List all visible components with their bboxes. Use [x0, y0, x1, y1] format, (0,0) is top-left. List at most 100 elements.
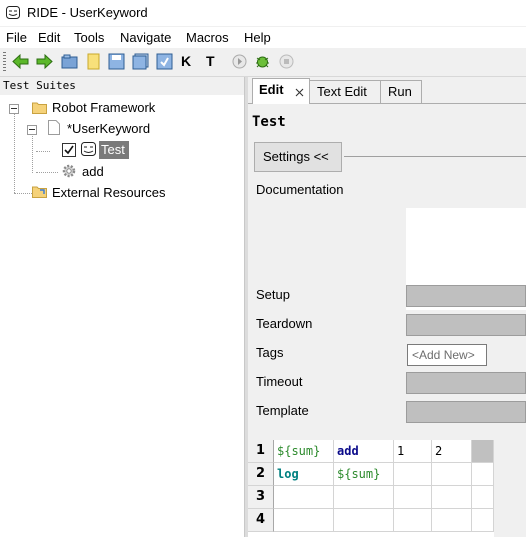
test-editor: Test Settings << Documentation Setup Tea…: [248, 104, 526, 444]
save-icon[interactable]: [108, 53, 125, 70]
tab-text-edit-label: Text Edit: [317, 84, 367, 99]
ride-app-icon: [6, 6, 20, 19]
teardown-label: Teardown: [256, 316, 313, 331]
tree-connector: [36, 151, 50, 152]
cell-value: add: [337, 444, 359, 458]
menu-navigate[interactable]: Navigate: [120, 30, 171, 45]
menu-edit[interactable]: Edit: [38, 30, 60, 45]
tree-connector: [14, 113, 15, 193]
add-tag-label: <Add New>: [412, 348, 475, 362]
grid-cell[interactable]: [274, 486, 334, 509]
tags-label: Tags: [256, 345, 284, 360]
grid-cell[interactable]: [394, 509, 432, 532]
grid-cell[interactable]: [274, 509, 334, 532]
tree-node-robot-framework[interactable]: Robot Framework: [52, 100, 155, 115]
collapse-robot-framework[interactable]: [9, 104, 19, 114]
test-suites-tree[interactable]: Test Suites Robot Framework *UserKeyword…: [0, 77, 244, 537]
new-file-icon[interactable]: [85, 53, 102, 70]
stop-icon[interactable]: [278, 53, 295, 70]
row-number: 1: [255, 443, 266, 458]
search-tests-icon[interactable]: T: [206, 53, 223, 70]
row-number: 4: [255, 512, 266, 527]
tree-node-userkeyword[interactable]: *UserKeyword: [67, 121, 150, 136]
tree-node-test-selected[interactable]: Test: [99, 141, 129, 159]
grid-cell[interactable]: [334, 509, 394, 532]
grid-cell[interactable]: add: [334, 440, 394, 463]
tab-run-label: Run: [388, 84, 412, 99]
title-bar: RIDE - UserKeyword: [0, 0, 526, 26]
grid-cell[interactable]: [394, 463, 432, 486]
tree-connector: [14, 193, 32, 194]
grid-cell[interactable]: 2: [432, 440, 472, 463]
tree-node-test: Test: [101, 142, 125, 157]
toolbar-grip[interactable]: [3, 52, 6, 72]
timeout-label: Timeout: [256, 374, 303, 389]
cell-value: ${sum}: [337, 467, 381, 481]
run-icon[interactable]: [231, 53, 248, 70]
row-number: 2: [255, 466, 266, 481]
grid-cell[interactable]: [472, 440, 494, 463]
grid-cell[interactable]: [472, 486, 494, 509]
tree-node-external-resources[interactable]: External Resources: [52, 185, 165, 200]
gear-icon: [62, 164, 76, 178]
external-folder-icon: [32, 186, 47, 198]
menu-macros[interactable]: Macros: [186, 30, 229, 45]
collapse-userkeyword[interactable]: [27, 125, 37, 135]
settings-toggle-label: Settings <<: [263, 149, 329, 164]
back-arrow-icon[interactable]: [12, 53, 29, 70]
grid-cell[interactable]: [334, 486, 394, 509]
grid-cell[interactable]: [394, 486, 432, 509]
grid-cell[interactable]: ${sum}: [274, 440, 334, 463]
editor-heading: Test: [252, 114, 286, 130]
row-header[interactable]: 4: [248, 509, 274, 532]
grid-cell[interactable]: ${sum}: [334, 463, 394, 486]
settings-separator: [344, 156, 526, 157]
grid-cell[interactable]: [472, 509, 494, 532]
tab-run[interactable]: Run: [380, 80, 422, 103]
tab-edit[interactable]: Edit: [252, 78, 310, 104]
grid-cell[interactable]: [432, 486, 472, 509]
grid-empty-area: [494, 440, 526, 537]
test-checkbox[interactable]: [62, 143, 76, 157]
grid-cell[interactable]: [432, 463, 472, 486]
close-tab-icon[interactable]: [295, 88, 304, 97]
menu-help[interactable]: Help: [244, 30, 271, 45]
tree-node-add[interactable]: add: [82, 164, 104, 179]
debug-icon[interactable]: [254, 53, 271, 70]
search-keywords-icon[interactable]: K: [181, 53, 198, 70]
row-header[interactable]: 1: [248, 440, 274, 463]
row-header[interactable]: 2: [248, 463, 274, 486]
tab-edit-label: Edit: [259, 82, 284, 97]
grid-cell[interactable]: 1: [394, 440, 432, 463]
menu-tools[interactable]: Tools: [74, 30, 104, 45]
template-field[interactable]: [406, 401, 526, 423]
cell-value: log: [277, 467, 299, 481]
cell-value: 1: [397, 444, 405, 458]
grid-cell[interactable]: log: [274, 463, 334, 486]
documentation-label: Documentation: [256, 182, 344, 197]
save-as-icon[interactable]: [156, 53, 173, 70]
teardown-field[interactable]: [406, 314, 526, 336]
cell-value: ${sum}: [277, 444, 321, 458]
menu-bar: File Edit Tools Navigate Macros Help: [0, 27, 526, 48]
tree-connector: [32, 133, 33, 173]
settings-toggle-button[interactable]: Settings <<: [254, 142, 342, 172]
step-grid[interactable]: 1 ${sum} add 1 2 2 log ${sum} 3 4: [248, 440, 526, 537]
open-folder-icon[interactable]: [61, 53, 78, 70]
save-all-icon[interactable]: [132, 53, 149, 70]
row-header[interactable]: 3: [248, 486, 274, 509]
tree-header-label: Test Suites: [3, 79, 76, 92]
add-tag-button[interactable]: <Add New>: [407, 344, 487, 366]
forward-arrow-icon[interactable]: [36, 53, 53, 70]
grid-cell[interactable]: [432, 509, 472, 532]
tree-header: Test Suites: [0, 77, 244, 95]
setup-field[interactable]: [406, 285, 526, 307]
grid-cell[interactable]: [472, 463, 494, 486]
file-icon: [48, 120, 60, 135]
check-icon: [64, 145, 74, 155]
test-case-icon: [81, 142, 96, 156]
menu-file[interactable]: File: [6, 30, 27, 45]
toolbar: K T: [0, 48, 526, 77]
tab-text-edit[interactable]: Text Edit: [309, 80, 381, 103]
timeout-field[interactable]: [406, 372, 526, 394]
